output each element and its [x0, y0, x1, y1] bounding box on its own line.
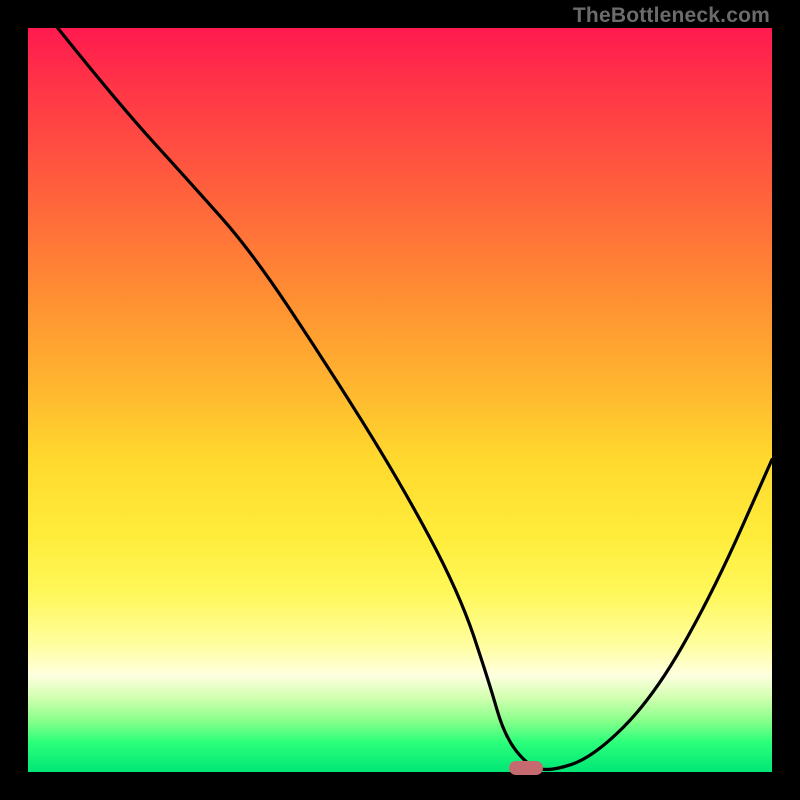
bottleneck-curve	[28, 28, 772, 772]
chart-container: TheBottleneck.com	[0, 0, 800, 800]
optimal-point-marker	[509, 761, 543, 775]
watermark-text: TheBottleneck.com	[573, 4, 770, 28]
